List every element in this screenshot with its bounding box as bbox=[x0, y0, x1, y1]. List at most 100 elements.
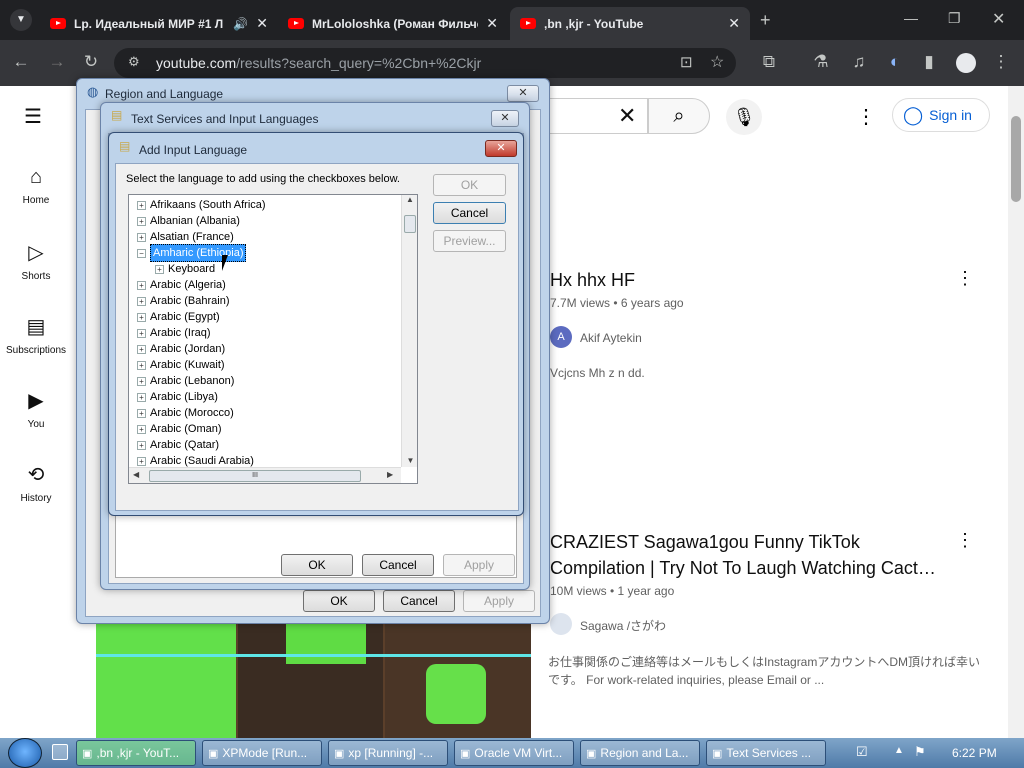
tree-hscrollbar[interactable]: ◀ III ▶ bbox=[129, 467, 401, 483]
scroll-up-icon[interactable]: ▲ bbox=[402, 195, 417, 204]
cancel-button[interactable]: Cancel bbox=[362, 554, 434, 576]
tree-language-item[interactable]: + Arabic (Morocco) bbox=[137, 405, 234, 421]
tree-vscrollbar[interactable]: ▲ ▼ bbox=[401, 195, 417, 467]
tree-language-item[interactable]: + Arabic (Jordan) bbox=[137, 341, 225, 357]
expand-node-icon[interactable]: + bbox=[137, 232, 146, 242]
tab-search-icon[interactable]: ▼ bbox=[10, 9, 32, 31]
tree-hscroll-thumb[interactable]: III bbox=[149, 470, 361, 482]
speaker-icon[interactable]: 🔊 bbox=[233, 17, 248, 31]
video-thumbnail[interactable] bbox=[96, 624, 531, 738]
tree-language-item[interactable]: + Albanian (Albania) bbox=[137, 213, 240, 229]
scrollbar-thumb[interactable] bbox=[1011, 116, 1021, 202]
scroll-down-icon[interactable]: ▼ bbox=[402, 456, 417, 465]
flag-icon[interactable]: ⚑ bbox=[914, 744, 926, 760]
hamburger-menu-icon[interactable]: ☰ bbox=[24, 104, 42, 129]
ok-button[interactable]: OK bbox=[303, 590, 375, 612]
tree-language-item[interactable]: + Arabic (Egypt) bbox=[137, 309, 220, 325]
profile-avatar-icon[interactable] bbox=[956, 53, 976, 73]
expand-node-icon[interactable]: + bbox=[137, 424, 146, 434]
tree-language-item[interactable]: + Arabic (Iraq) bbox=[137, 325, 211, 341]
tree-language-item[interactable]: + Arabic (Qatar) bbox=[137, 437, 219, 453]
sidebar-item-shorts[interactable]: ▷ Shorts bbox=[0, 240, 72, 282]
channel-avatar[interactable]: A bbox=[550, 326, 572, 348]
language-tree[interactable]: + Afrikaans (South Africa) + Albanian (Alba… bbox=[128, 194, 418, 484]
close-button[interactable]: ✕ bbox=[491, 110, 519, 127]
video-title-line2[interactable]: Compilation | Try Not To Laugh Watching … bbox=[550, 558, 936, 579]
sidebar-item-you[interactable]: ▶ You bbox=[0, 388, 72, 430]
tree-language-item[interactable]: + Arabic (Libya) bbox=[137, 389, 218, 405]
back-icon[interactable]: ← bbox=[10, 52, 32, 72]
taskbar-item[interactable]: ▣ XPMode [Run... bbox=[202, 740, 322, 766]
expand-node-icon[interactable]: + bbox=[137, 296, 146, 306]
voice-search-button[interactable]: 🎙 bbox=[726, 99, 762, 135]
tree-language-item[interactable]: + Arabic (Kuwait) bbox=[137, 357, 225, 373]
expand-node-icon[interactable]: + bbox=[137, 312, 146, 322]
tree-language-item[interactable]: + Afrikaans (South Africa) bbox=[137, 197, 266, 213]
tab-3-active[interactable]: ,bn ,kjr - YouTube ✕ bbox=[510, 7, 750, 40]
collapse-node-icon[interactable]: − bbox=[137, 248, 146, 258]
close-tab-icon[interactable]: ✕ bbox=[728, 15, 740, 32]
show-desktop-icon[interactable] bbox=[52, 744, 68, 760]
tree-language-item[interactable]: + Arabic (Bahrain) bbox=[137, 293, 229, 309]
taskbar-item[interactable]: ▣ Region and La... bbox=[580, 740, 700, 766]
restore-icon[interactable]: ❐ bbox=[948, 10, 961, 27]
taskbar-item[interactable]: ▣ Oracle VM Virt... bbox=[454, 740, 574, 766]
sidebar-item-history[interactable]: ⟲ History bbox=[0, 462, 72, 504]
expand-node-icon[interactable]: + bbox=[137, 280, 146, 290]
expand-node-icon[interactable]: + bbox=[137, 200, 146, 210]
extensions-icon[interactable]: ⧉ bbox=[758, 52, 780, 72]
sidebar-item-subscriptions[interactable]: ▤ Subscriptions bbox=[0, 314, 72, 356]
expand-node-icon[interactable]: + bbox=[137, 440, 146, 450]
labs-icon[interactable]: ⚗ bbox=[810, 52, 832, 72]
close-button[interactable]: ✕ bbox=[507, 85, 539, 102]
side-panel-icon[interactable]: ▮ bbox=[918, 52, 940, 72]
extension-blue-icon[interactable]: ◐ bbox=[884, 52, 906, 72]
expand-node-icon[interactable]: + bbox=[137, 360, 146, 370]
expand-node-icon[interactable]: + bbox=[137, 216, 146, 226]
scroll-right-icon[interactable]: ▶ bbox=[387, 470, 393, 479]
tree-language-item[interactable]: + Arabic (Lebanon) bbox=[137, 373, 234, 389]
tree-language-item[interactable]: + Alsatian (France) bbox=[137, 229, 234, 245]
install-app-icon[interactable]: ⊡ bbox=[680, 53, 693, 71]
expand-node-icon[interactable]: + bbox=[137, 408, 146, 418]
media-control-icon[interactable]: ♫ bbox=[848, 52, 870, 72]
close-tab-icon[interactable]: ✕ bbox=[486, 15, 498, 32]
clear-search-icon[interactable]: ✕ bbox=[618, 103, 636, 129]
tree-language-item[interactable]: + Arabic (Oman) bbox=[137, 421, 222, 437]
chrome-menu-icon[interactable]: ⋮ bbox=[990, 52, 1012, 72]
tree-vscroll-thumb[interactable] bbox=[404, 215, 416, 233]
search-input-end[interactable]: ✕ bbox=[550, 98, 648, 134]
reload-icon[interactable]: ↻ bbox=[80, 52, 102, 72]
start-button-icon[interactable] bbox=[8, 738, 42, 768]
cancel-button[interactable]: Cancel bbox=[433, 202, 506, 224]
close-tab-icon[interactable]: ✕ bbox=[256, 15, 268, 32]
search-button[interactable]: ⌕ bbox=[648, 98, 710, 134]
tree-child-keyboard[interactable]: + Keyboard bbox=[155, 261, 215, 277]
ok-button[interactable]: OK bbox=[281, 554, 353, 576]
taskbar-item[interactable]: ▣ xp [Running] -... bbox=[328, 740, 448, 766]
address-bar[interactable]: ⚙ youtube.com/results?search_query=%2Cbn… bbox=[114, 48, 736, 78]
tray-expand-icon[interactable]: ▲ bbox=[894, 745, 904, 756]
expand-node-icon[interactable]: + bbox=[137, 392, 146, 402]
tree-language-item[interactable]: + Arabic (Algeria) bbox=[137, 277, 226, 293]
expand-node-icon[interactable]: + bbox=[137, 456, 146, 466]
close-window-icon[interactable]: ✕ bbox=[992, 9, 1005, 29]
expand-node-icon[interactable]: + bbox=[155, 264, 164, 274]
expand-node-icon[interactable]: + bbox=[137, 376, 146, 386]
settings-menu-icon[interactable]: ⋮ bbox=[856, 104, 876, 129]
sidebar-item-home[interactable]: ⌂ Home bbox=[0, 166, 72, 206]
expand-node-icon[interactable]: + bbox=[137, 328, 146, 338]
minimize-icon[interactable]: — bbox=[904, 10, 918, 26]
taskbar-item[interactable]: ▣ ,bn ,kjr - YouT... bbox=[76, 740, 196, 766]
video-title-line1[interactable]: CRAZIEST Sagawa1gou Funny TikTok bbox=[550, 532, 860, 553]
video-title[interactable]: Hx hhx HF bbox=[550, 270, 635, 291]
channel-avatar[interactable] bbox=[550, 613, 572, 635]
bookmark-star-icon[interactable]: ☆ bbox=[710, 52, 724, 72]
expand-node-icon[interactable]: + bbox=[137, 344, 146, 354]
page-scrollbar[interactable] bbox=[1008, 86, 1024, 738]
sign-in-button[interactable]: ◯ Sign in bbox=[892, 98, 990, 132]
channel-name[interactable]: Sagawa /さがわ bbox=[580, 617, 666, 634]
video-more-icon[interactable]: ⋮ bbox=[956, 530, 974, 551]
video-more-icon[interactable]: ⋮ bbox=[956, 268, 974, 289]
tab-1[interactable]: Lp. Идеальный МИР #1 Л 🔊 ✕ bbox=[40, 7, 278, 40]
